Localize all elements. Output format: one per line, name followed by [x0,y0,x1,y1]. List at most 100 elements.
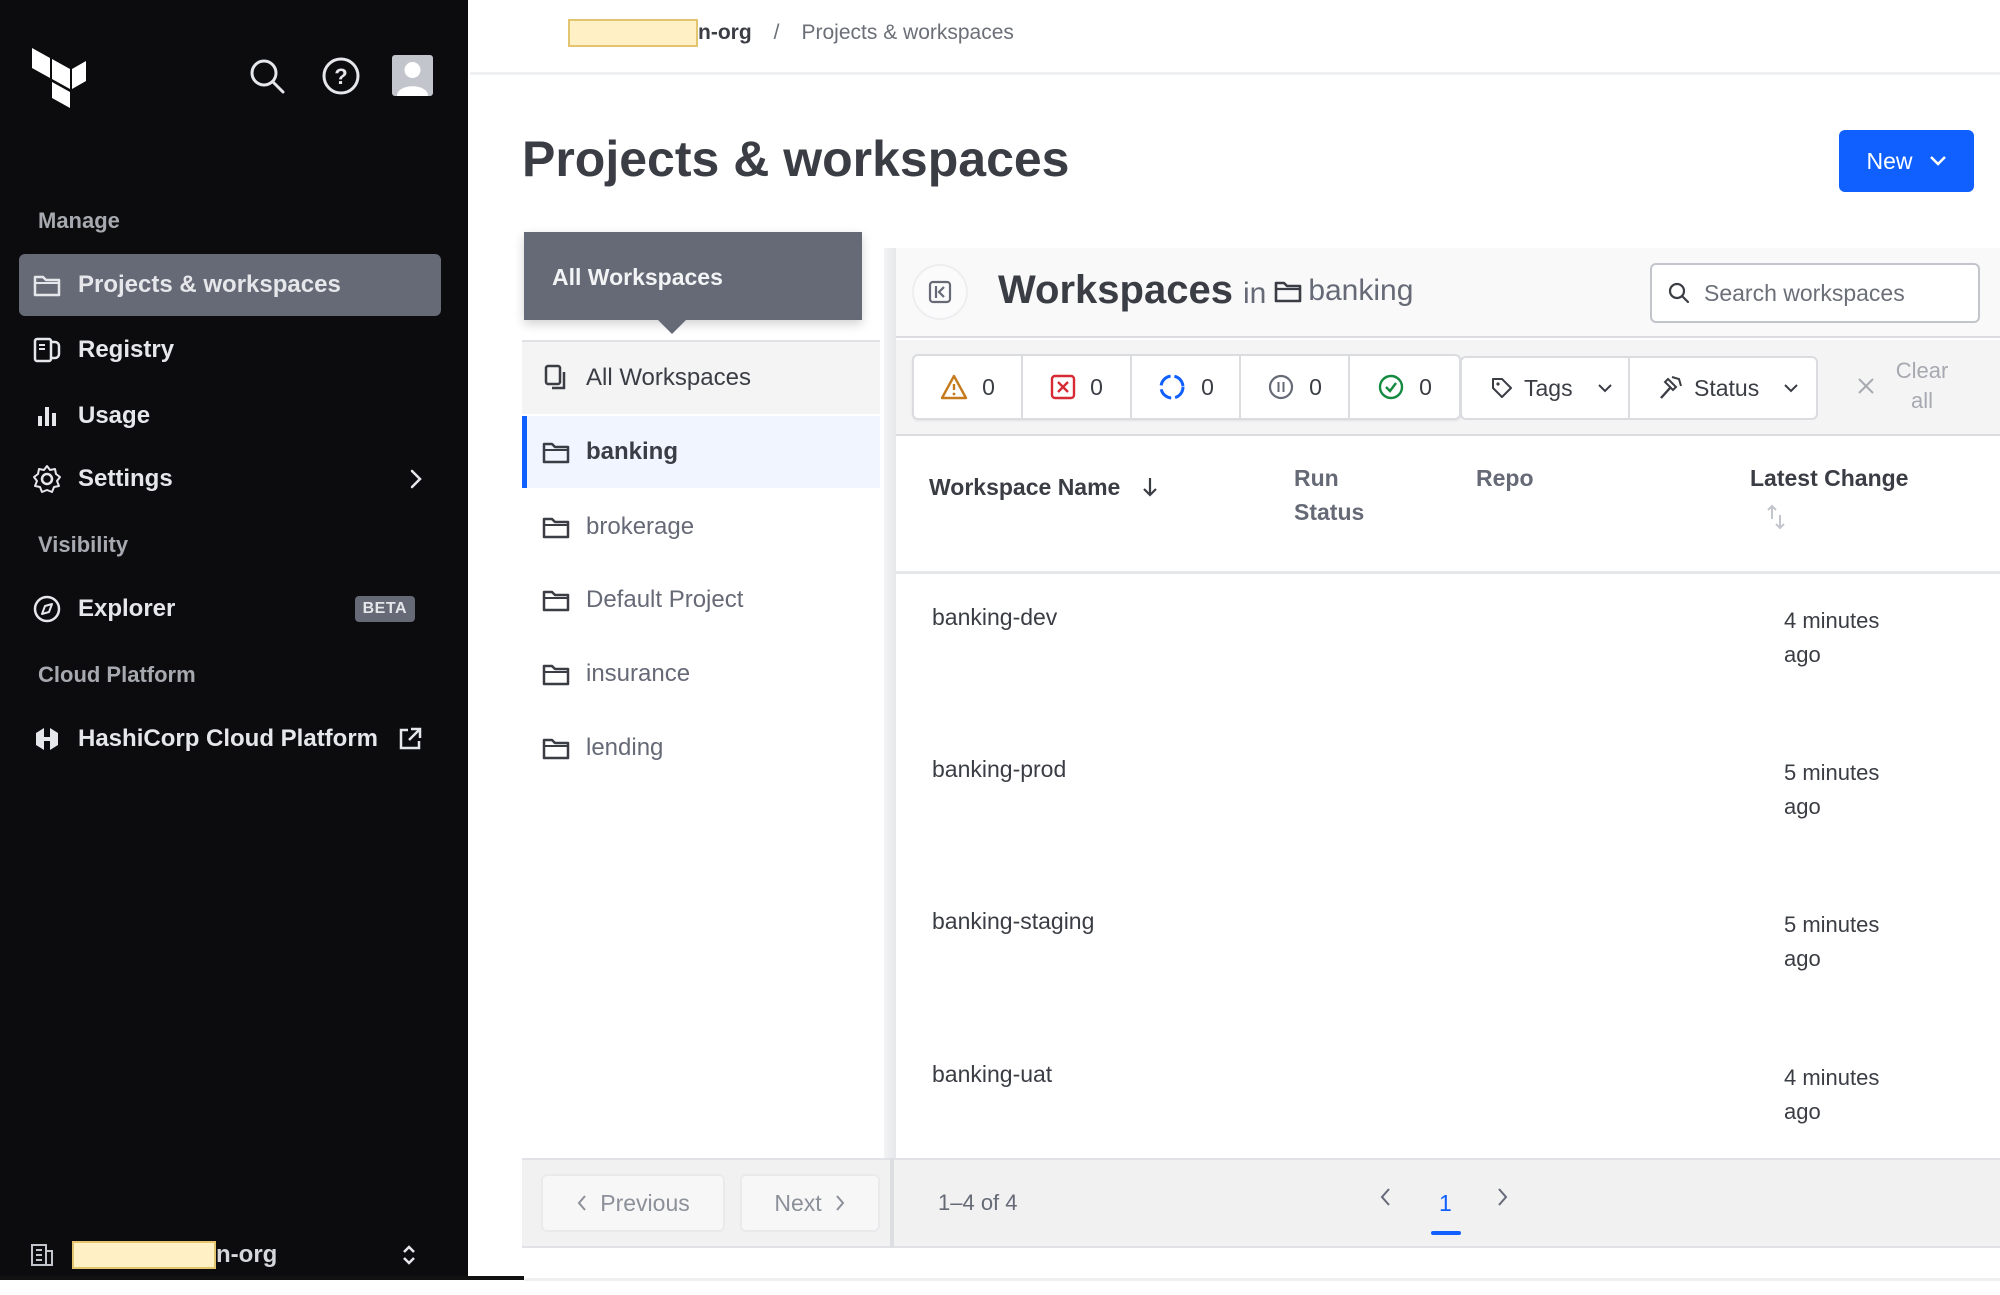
breadcrumb: n-org / Projects & workspaces [568,16,1014,50]
status-filter-running[interactable]: 0 [1132,356,1241,418]
terraform-logo-icon[interactable] [30,46,88,108]
divider [470,72,2000,75]
project-item-insurance[interactable]: insurance [522,638,880,710]
help-icon[interactable]: ? [320,55,362,97]
project-item-all-workspaces[interactable]: All Workspaces [522,342,880,414]
current-page-indicator [1431,1231,1461,1235]
tags-dropdown[interactable]: Tags [1462,358,1630,418]
sidebar-item-label: Usage [78,402,151,429]
search-workspaces-field[interactable] [1650,263,1980,323]
latest-change: 5 minutes ago [1784,760,1880,819]
project-label: Default Project [586,586,744,613]
user-avatar[interactable] [392,55,433,96]
sidebar-item-usage[interactable]: Usage [19,385,441,447]
sidebar-item-projects-workspaces[interactable]: Projects & workspaces [19,254,441,316]
page-prev-button[interactable] [1378,1186,1392,1208]
project-item-lending[interactable]: lending [522,712,880,784]
folder-icon [542,734,570,762]
page-number-current[interactable]: 1 [1439,1190,1452,1217]
sidebar-item-hcp[interactable]: HashiCorp Cloud Platform [19,708,441,770]
breadcrumb-separator: / [773,21,780,44]
workspace-name-link[interactable]: banking-dev [932,604,1057,631]
beta-badge: BETA [354,596,415,622]
running-icon [1157,372,1187,402]
column-header-latest-change[interactable]: Latest Change [1750,461,1908,531]
workspaces-project-name: banking [1308,274,1414,307]
search-workspaces-input[interactable] [1704,279,1954,307]
column-header-workspace-name[interactable]: Workspace Name [929,470,1158,504]
gear-icon [32,464,62,494]
workspaces-project: banking [1274,274,1413,308]
sidebar-item-explorer[interactable]: Explorer BETA [19,578,441,640]
folder-icon [542,513,570,541]
previous-button[interactable]: Previous [541,1174,725,1232]
sidebar-item-label: Registry [78,336,175,363]
page-next-button[interactable] [1496,1186,1510,1208]
next-label: Next [774,1189,822,1216]
workspace-name-link[interactable]: banking-prod [932,756,1066,783]
status-filter-warning[interactable]: 0 [914,356,1023,418]
tooltip: All Workspaces [524,232,862,334]
workspaces-title: Workspaces [998,268,1233,312]
collapse-sidebar-button[interactable] [912,264,968,320]
status-filter-errored[interactable]: 0 [1023,356,1132,418]
panel-resize-divider[interactable] [884,248,896,1248]
status-filter-paused[interactable]: 0 [1241,356,1350,418]
column-label: Workspace Name [929,474,1121,500]
status-filter-success[interactable]: 0 [1350,356,1459,418]
next-button[interactable]: Next [740,1174,880,1232]
latest-change: 4 minutes ago [1784,608,1880,667]
external-link-icon [397,726,423,752]
project-item-banking[interactable]: banking [522,416,880,488]
copy-icon [542,364,570,392]
workspace-name-link[interactable]: banking-uat [932,1061,1052,1088]
status-label: Status [1694,374,1760,401]
chevron-down-icon [1783,383,1799,393]
result-count: 1–4 of 4 [938,1190,1018,1215]
project-item-default-project[interactable]: Default Project [522,564,880,636]
project-label: banking [586,438,679,465]
project-label: brokerage [586,513,695,540]
project-item-brokerage[interactable]: brokerage [522,491,880,563]
divider [524,1278,2000,1281]
clear-all-label: Clear all [1895,358,1949,413]
column-label: Latest Change [1750,465,1909,491]
search-icon[interactable] [246,55,288,97]
folder-icon [542,660,570,688]
new-button[interactable]: New [1839,130,1974,192]
hcp-icon [32,724,62,754]
new-button-label: New [1866,147,1913,174]
status-dropdown[interactable]: Status [1630,358,1816,418]
warning-icon [940,374,968,400]
tag-icon [1490,376,1514,400]
chevron-left-icon [1378,1186,1392,1208]
collapse-panel-icon [928,280,952,304]
search-icon [1668,282,1690,304]
divider [0,1276,524,1280]
redacted-org-name [568,19,698,47]
compass-icon [32,594,62,624]
table-row: banking-dev 4 minutes ago [896,590,2000,742]
breadcrumb-org[interactable]: n-org [568,19,752,47]
svg-text:?: ? [334,64,347,89]
org-name: n-org [216,1241,278,1268]
sidebar-item-label: Settings [78,465,173,492]
sidebar-item-registry[interactable]: Registry [19,319,441,381]
workspaces-in-label: in [1242,277,1267,310]
folder-icon [32,270,62,300]
org-switcher[interactable]: n-org [30,1235,435,1275]
status-count: 0 [1090,373,1103,400]
bar-chart-icon [32,401,62,431]
success-icon [1377,373,1405,401]
latest-change: 5 minutes ago [1784,912,1880,971]
column-header-run-status: Run Status [1294,465,1365,525]
sort-icon [1765,503,1908,531]
folder-icon [542,586,570,614]
status-filter-group: 0 0 0 0 0 [912,354,1461,420]
table-row: banking-prod 5 minutes ago [896,742,2000,894]
workspace-name-link[interactable]: banking-staging [932,908,1094,935]
chevron-right-icon [1496,1186,1510,1208]
column-header-repo: Repo [1476,465,1534,491]
clear-all-button[interactable]: Clear all [1856,356,1952,416]
sidebar-item-settings[interactable]: Settings [19,448,441,510]
